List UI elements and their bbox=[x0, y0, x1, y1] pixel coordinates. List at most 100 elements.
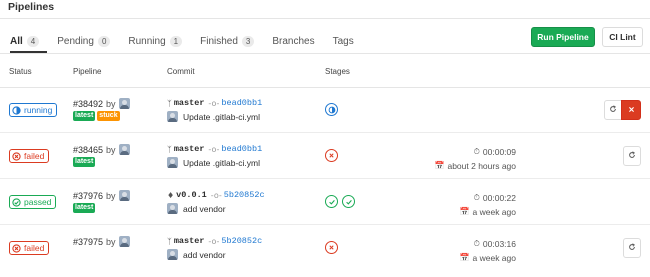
header-divider bbox=[0, 18, 650, 19]
triggered-by-label: by bbox=[106, 236, 116, 247]
tab-count-badge: 0 bbox=[97, 35, 111, 47]
retry-button[interactable] bbox=[604, 100, 622, 120]
pipeline-cell: #37976 by latest bbox=[73, 190, 130, 213]
tab-count-badge: 4 bbox=[26, 35, 40, 47]
pipeline-id-link[interactable]: #38492 bbox=[73, 99, 103, 109]
status-badge[interactable]: failed bbox=[9, 149, 50, 163]
commit-sha-link[interactable]: bead0bb1 bbox=[221, 144, 262, 154]
status-badge[interactable]: passed bbox=[9, 195, 57, 209]
tab-count-badge: 1 bbox=[169, 35, 183, 47]
avatar[interactable] bbox=[118, 236, 130, 247]
commit-message-link[interactable]: add vendor bbox=[183, 250, 226, 260]
tab-branches[interactable]: Branches bbox=[272, 33, 314, 49]
retry-icon bbox=[609, 104, 617, 116]
tab-pending[interactable]: Pending 0 bbox=[57, 33, 111, 49]
calendar-icon: 📅 bbox=[434, 161, 445, 170]
ref-name-link[interactable]: v0.0.1 bbox=[176, 190, 207, 200]
status-text: failed bbox=[24, 151, 45, 161]
commit-sha-link[interactable]: bead0bb1 bbox=[221, 98, 262, 108]
tab-running[interactable]: Running 1 bbox=[128, 33, 183, 49]
pipeline-cell: #38492 by latest stuck bbox=[73, 98, 130, 121]
commit-icon: -o- bbox=[208, 144, 220, 154]
column-header-status: Status bbox=[9, 67, 32, 76]
timer-icon: ⏱ bbox=[473, 146, 480, 156]
pipeline-timing: ⏱ 00:00:09 📅 about 2 hours ago bbox=[435, 146, 517, 171]
row-actions bbox=[623, 238, 641, 258]
stages-group bbox=[325, 195, 359, 208]
commit-sha-link[interactable]: 5b20852c bbox=[224, 190, 265, 200]
tab-label: Finished bbox=[200, 35, 238, 47]
column-header-pipeline: Pipeline bbox=[73, 67, 102, 76]
tag-icon: ♦ bbox=[167, 190, 175, 200]
label-latest[interactable]: latest bbox=[73, 203, 96, 213]
commit-cell: ᛉ master -o- 5b20852c add vendor bbox=[167, 236, 262, 260]
calendar-icon: 📅 bbox=[459, 207, 470, 216]
tab-label: Branches bbox=[272, 35, 315, 47]
stages-group bbox=[325, 149, 342, 162]
tab-finished[interactable]: Finished 3 bbox=[200, 33, 255, 49]
commit-icon: -o- bbox=[210, 190, 222, 200]
timer-icon: ⏱ bbox=[473, 238, 480, 248]
pipeline-labels: latest stuck bbox=[73, 111, 130, 121]
pipeline-id-link[interactable]: #37975 bbox=[73, 237, 103, 247]
branch-icon: ᛉ bbox=[167, 144, 172, 154]
table-row: failed #37975 by ᛉ master -o- 5b20852c a… bbox=[0, 226, 650, 271]
commit-sha-link[interactable]: 5b20852c bbox=[221, 236, 262, 246]
ref-name-link[interactable]: master bbox=[174, 98, 205, 108]
commit-message-link[interactable]: Update .gitlab-ci.yml bbox=[183, 158, 260, 168]
stage-passed-icon[interactable] bbox=[342, 195, 355, 208]
tab-tags[interactable]: Tags bbox=[333, 33, 354, 49]
status-text: failed bbox=[24, 243, 45, 253]
column-header-commit: Commit bbox=[167, 67, 195, 76]
duration: 00:00:22 bbox=[482, 192, 516, 203]
avatar[interactable] bbox=[167, 111, 178, 122]
retry-icon bbox=[628, 242, 636, 254]
stage-passed-icon[interactable] bbox=[325, 195, 338, 208]
commit-icon: -o- bbox=[208, 98, 220, 108]
triggered-by-label: by bbox=[106, 98, 116, 109]
status-failed-icon bbox=[12, 243, 21, 253]
pipeline-id-link[interactable]: #37976 bbox=[73, 191, 103, 201]
status-badge[interactable]: failed bbox=[9, 241, 50, 255]
avatar[interactable] bbox=[118, 98, 130, 109]
cancel-button[interactable] bbox=[621, 100, 641, 120]
status-badge[interactable]: running bbox=[9, 103, 58, 117]
tab-all[interactable]: All 4 bbox=[10, 33, 40, 49]
avatar[interactable] bbox=[167, 249, 178, 260]
label-latest[interactable]: latest bbox=[73, 111, 96, 121]
stage-failed-icon[interactable] bbox=[325, 241, 338, 254]
commit-cell: ᛉ master -o- bead0bb1 Update .gitlab-ci.… bbox=[167, 144, 262, 168]
avatar[interactable] bbox=[167, 203, 178, 214]
stage-running-icon[interactable] bbox=[325, 103, 338, 116]
retry-button[interactable] bbox=[623, 238, 641, 258]
ci-lint-button[interactable]: CI Lint bbox=[602, 27, 643, 47]
row-actions bbox=[604, 100, 641, 120]
status-failed-icon bbox=[12, 151, 21, 161]
ref-name-link[interactable]: master bbox=[174, 144, 205, 154]
retry-button[interactable] bbox=[623, 146, 641, 166]
branch-icon: ᛉ bbox=[167, 98, 172, 108]
stage-failed-icon[interactable] bbox=[325, 149, 338, 162]
avatar[interactable] bbox=[118, 190, 130, 201]
finished-time: a week ago bbox=[472, 252, 516, 263]
pipeline-id-link[interactable]: #38465 bbox=[73, 145, 103, 155]
table-row: passed #37976 by latest ♦ v0.0.1 -o- 5b2… bbox=[0, 180, 650, 225]
close-icon bbox=[628, 105, 635, 116]
triggered-by-label: by bbox=[106, 190, 116, 201]
tabs-divider bbox=[0, 53, 650, 54]
ref-name-link[interactable]: master bbox=[174, 236, 205, 246]
pipeline-cell: #37975 by bbox=[73, 236, 130, 249]
run-pipeline-button[interactable]: Run Pipeline bbox=[531, 27, 595, 47]
finished-time: about 2 hours ago bbox=[447, 160, 516, 171]
label-stuck[interactable]: stuck bbox=[97, 111, 120, 121]
stages-group bbox=[325, 103, 342, 116]
label-latest[interactable]: latest bbox=[73, 157, 96, 167]
avatar[interactable] bbox=[167, 157, 178, 168]
commit-message-link[interactable]: add vendor bbox=[183, 204, 226, 214]
commit-message-link[interactable]: Update .gitlab-ci.yml bbox=[183, 112, 260, 122]
tab-label: Running bbox=[128, 35, 166, 47]
status-passed-icon bbox=[12, 197, 21, 207]
avatar[interactable] bbox=[118, 144, 130, 155]
timer-icon: ⏱ bbox=[473, 192, 480, 202]
page-title: Pipelines bbox=[8, 1, 55, 13]
